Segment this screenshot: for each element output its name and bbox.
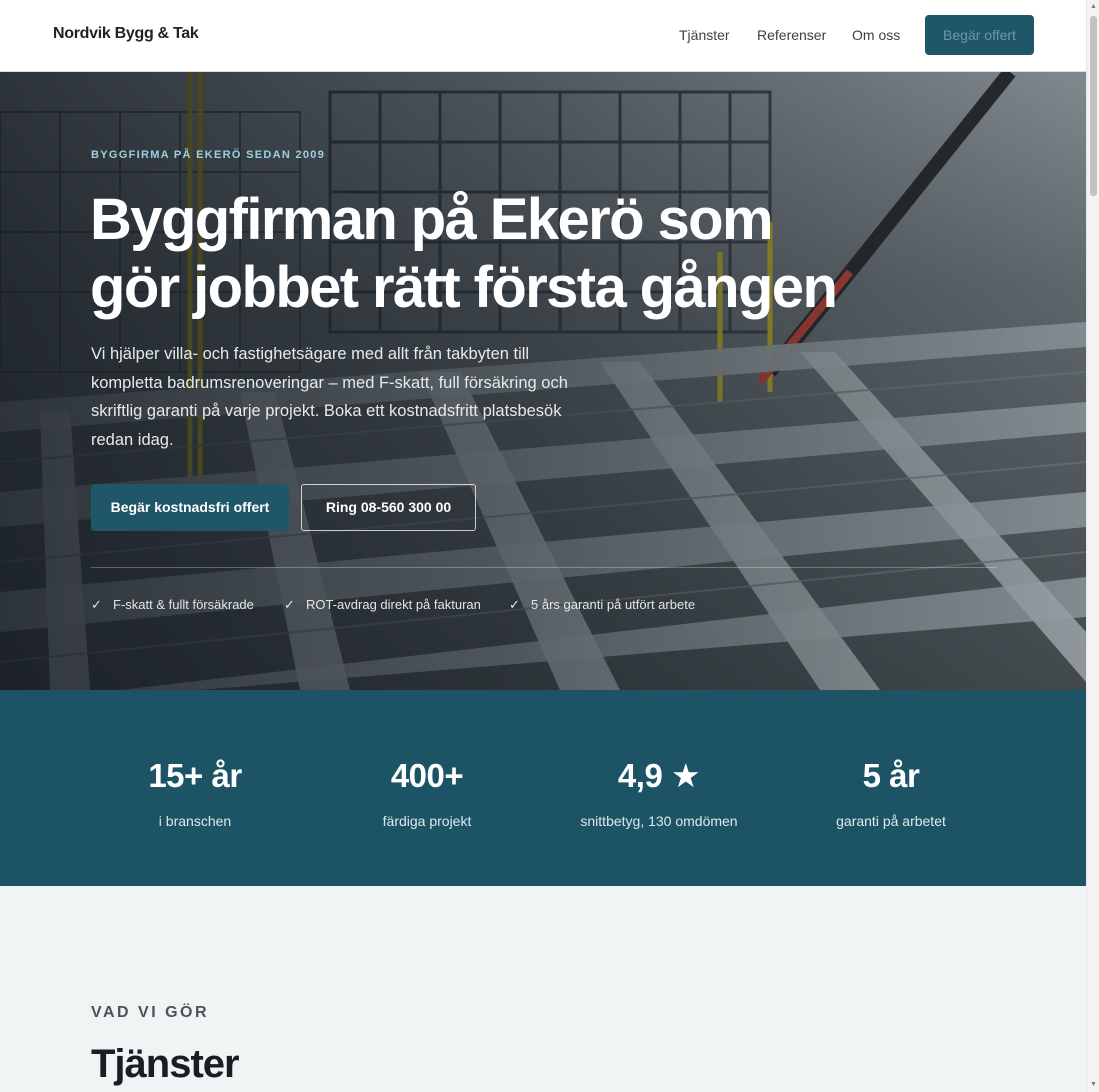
trust-item-label: F-skatt & fullt försäkrade bbox=[113, 597, 254, 612]
trust-item: ✓ ROT-avdrag direkt på fakturan bbox=[284, 596, 481, 614]
request-free-quote-button[interactable]: Begär kostnadsfri offert bbox=[91, 484, 289, 531]
stat-value: 5 år bbox=[862, 757, 920, 794]
stat-warranty: 5 år garanti på arbetet bbox=[781, 756, 1001, 829]
trust-item-label: ROT-avdrag direkt på fakturan bbox=[306, 597, 481, 612]
nav-link-om-oss[interactable]: Om oss bbox=[852, 27, 900, 43]
trust-item: ✓ F-skatt & fullt försäkrade bbox=[91, 596, 254, 614]
logo[interactable]: Nordvik Bygg & Tak bbox=[53, 25, 199, 43]
stat-rating: 4,9 ★ snittbetyg, 130 omdömen bbox=[549, 756, 769, 829]
stat-label: snittbetyg, 130 omdömen bbox=[580, 813, 738, 829]
stat-value: 400+ bbox=[390, 757, 464, 794]
hero-divider bbox=[91, 567, 997, 568]
stat-label: garanti på arbetet bbox=[836, 813, 946, 829]
stat-projects: 400+ färdiga projekt bbox=[317, 756, 537, 829]
stat-years: 15+ år i branschen bbox=[85, 756, 305, 829]
header-quote-button[interactable]: Begär offert bbox=[925, 15, 1034, 55]
hero-section: BYGGFIRMA PÅ EKERÖ SEDAN 2009 Byggfirman… bbox=[0, 72, 1086, 690]
check-icon: ✓ bbox=[284, 597, 295, 612]
trust-item: ✓ 5 års garanti på utfört arbete bbox=[509, 596, 695, 614]
stat-value: 4,9 ★ bbox=[617, 757, 701, 794]
call-phone-button[interactable]: Ring 08-560 300 00 bbox=[301, 484, 476, 531]
check-icon: ✓ bbox=[91, 597, 102, 612]
check-icon: ✓ bbox=[509, 597, 520, 612]
services-eyebrow: VAD VI GÖR bbox=[91, 1004, 210, 1021]
hero-eyebrow: BYGGFIRMA PÅ EKERÖ SEDAN 2009 bbox=[91, 149, 326, 161]
scrollbar-thumb[interactable] bbox=[1090, 16, 1097, 196]
stat-label: i branschen bbox=[158, 813, 232, 829]
hero-description: Vi hjälper villa- och fastighetsägare me… bbox=[91, 345, 568, 449]
site-header: Nordvik Bygg & Tak Tjänster Referenser O… bbox=[0, 0, 1086, 72]
trust-item-label: 5 års garanti på utfört arbete bbox=[531, 597, 696, 612]
stats-section: 15+ år i branschen 400+ färdiga projekt … bbox=[0, 690, 1086, 886]
services-section: VAD VI GÖR Tjänster bbox=[0, 886, 1086, 1092]
hero-title: Byggfirman på Ekerö som gör jobbet rätt … bbox=[90, 186, 910, 322]
page-scrollbar[interactable]: ▲ ▼ bbox=[1086, 0, 1099, 1092]
scroll-up-arrow-icon[interactable]: ▲ bbox=[1089, 2, 1098, 12]
nav-link-referenser[interactable]: Referenser bbox=[757, 27, 826, 43]
hero-title-line-2: gör jobbet rätt första gången bbox=[90, 255, 838, 320]
hero-title-line-1: Byggfirman på Ekerö som bbox=[90, 187, 774, 252]
nav-link-tjanster[interactable]: Tjänster bbox=[679, 27, 730, 43]
stat-label: färdiga projekt bbox=[382, 813, 472, 829]
scroll-down-arrow-icon[interactable]: ▼ bbox=[1089, 1080, 1098, 1090]
stat-value: 15+ år bbox=[148, 757, 242, 794]
services-title: Tjänster bbox=[91, 1042, 240, 1086]
